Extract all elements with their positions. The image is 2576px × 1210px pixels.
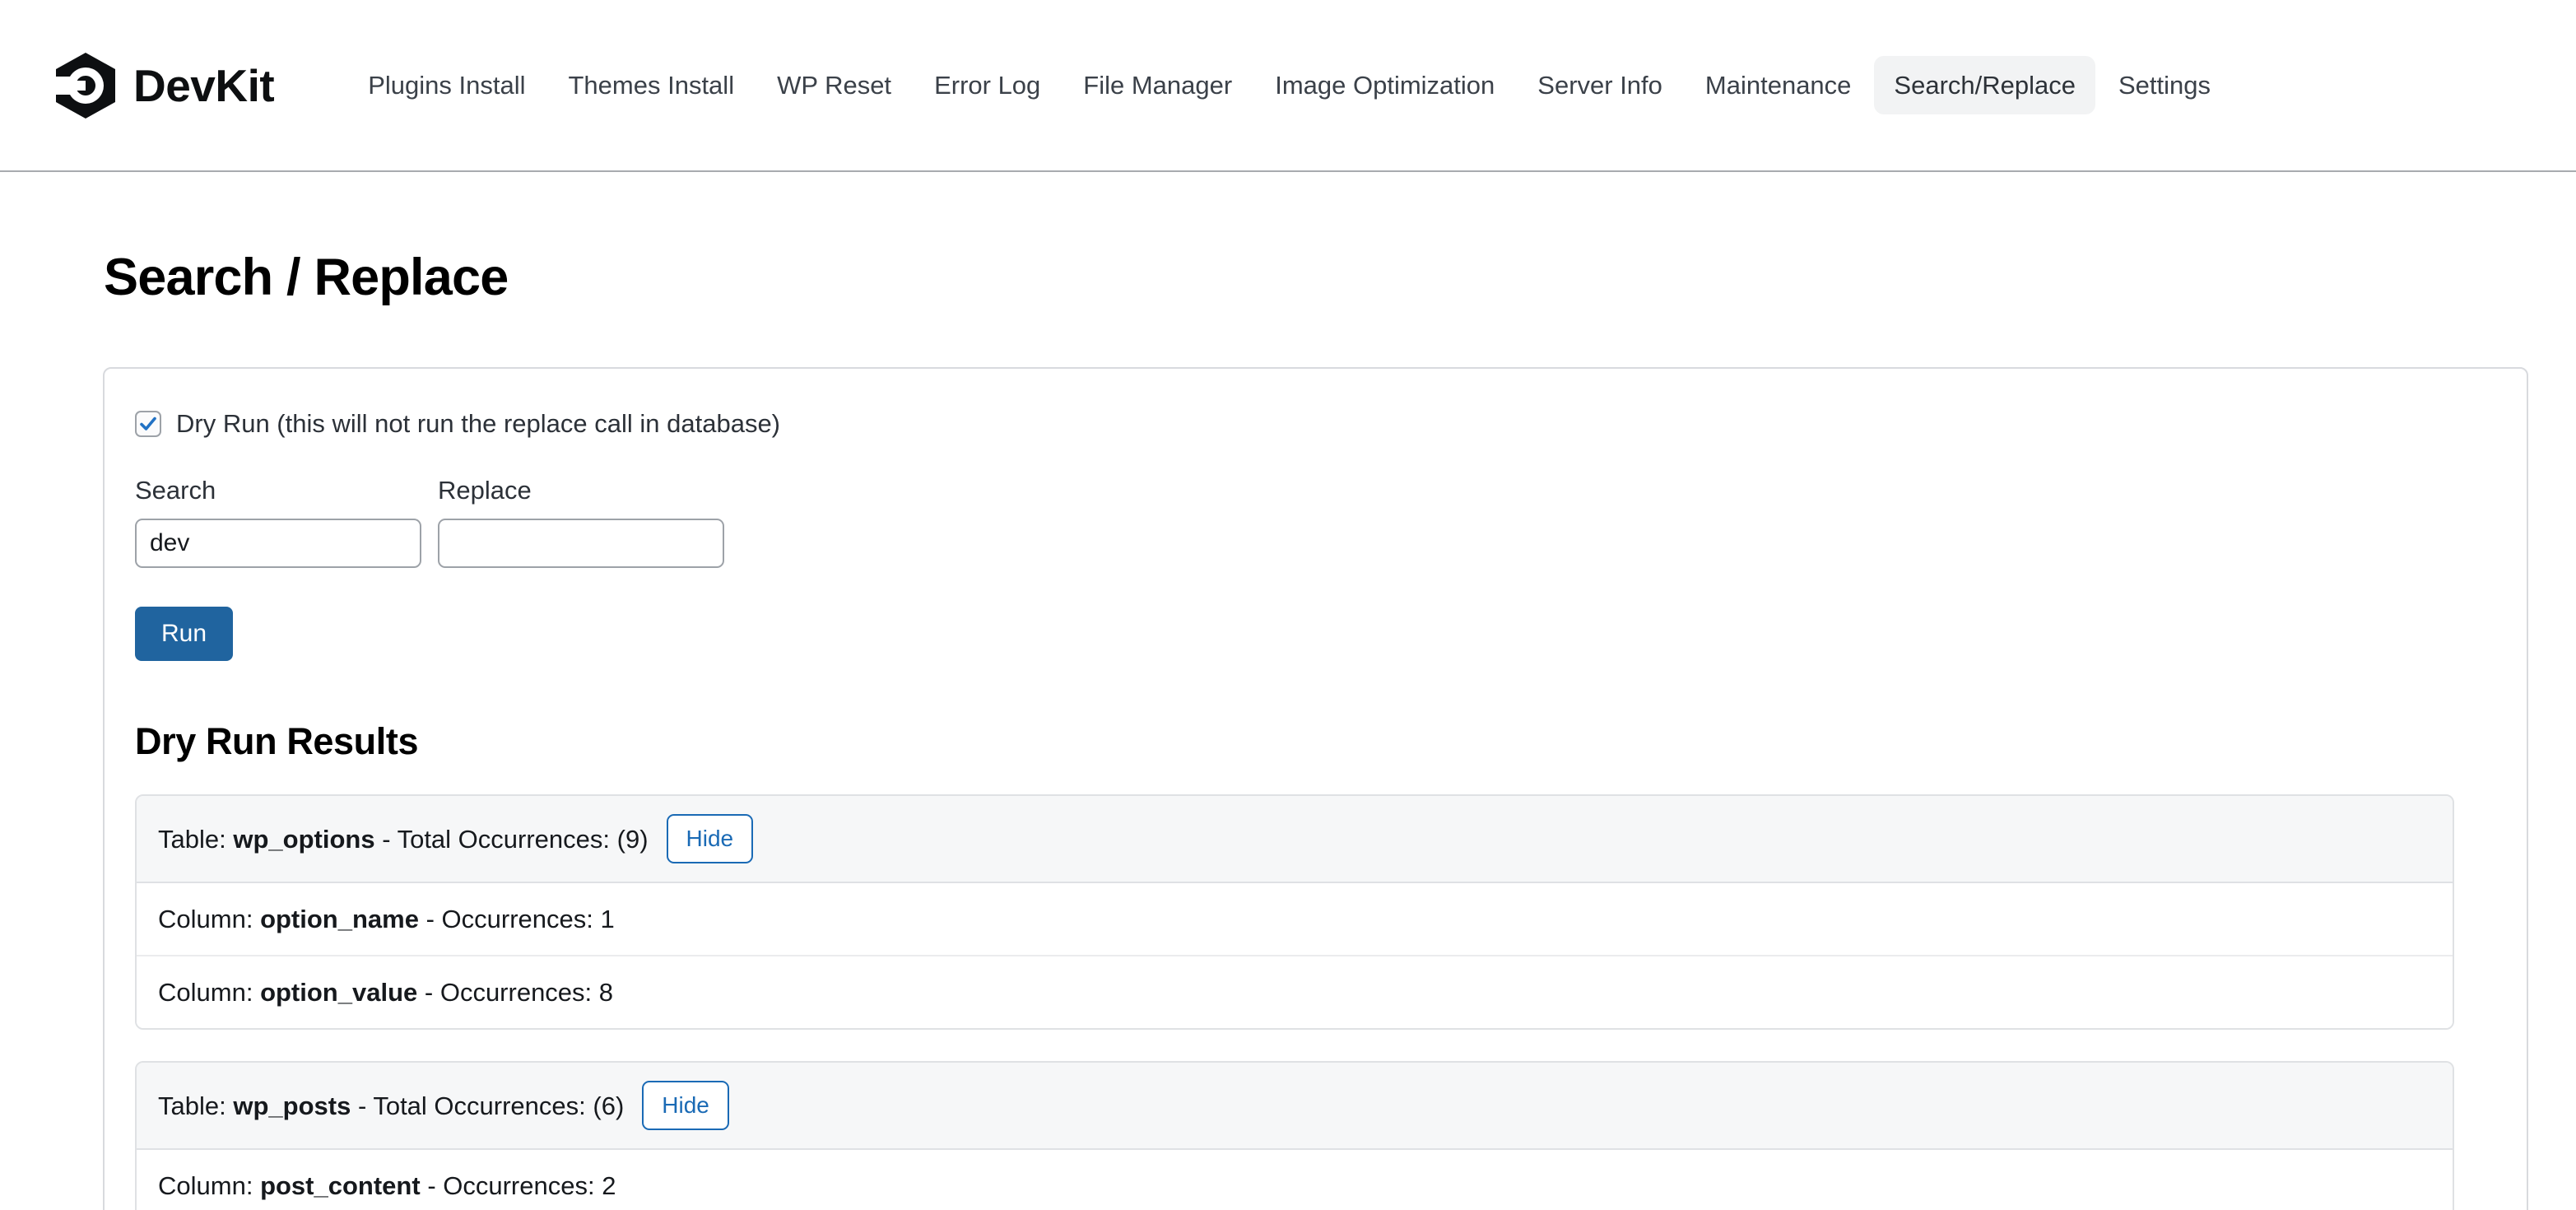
result-group-header: Table: wp_options - Total Occurrences: (… [137, 796, 2453, 883]
column-name: option_value [260, 978, 418, 1008]
search-field-label: Search [135, 476, 216, 505]
page-content: Search / Replace Dry Run (this will not … [0, 248, 2576, 1210]
column-occurrences: - Occurrences: 8 [424, 978, 614, 1008]
result-column-row: Column: post_content - Occurrences: 2 [137, 1149, 2453, 1210]
result-group-header-text: Table: wp_options - Total Occurrences: (… [158, 824, 649, 854]
column-occurrences: - Occurrences: 2 [427, 1170, 616, 1200]
table-name: wp_options [233, 824, 375, 854]
dry-run-checkbox[interactable] [135, 410, 161, 437]
table-name: wp_posts [233, 1091, 351, 1120]
checkmark-icon [140, 417, 156, 430]
search-replace-panel: Dry Run (this will not run the replace c… [103, 367, 2528, 1210]
nav-item-file-manager[interactable]: File Manager [1063, 56, 1252, 114]
nav-item-search-replace[interactable]: Search/Replace [1874, 55, 2095, 115]
search-replace-fields: Search Replace [135, 475, 2498, 569]
site-header: DevKit Plugins Install Themes Install WP… [0, 0, 2576, 172]
run-button-row: Run [133, 568, 2498, 662]
result-group-header-text: Table: wp_posts - Total Occurrences: (6) [158, 1091, 624, 1121]
column-prefix-label: Column: [158, 904, 253, 933]
brand-logo-link[interactable]: DevKit [54, 52, 275, 119]
nav-item-settings[interactable]: Settings [2099, 56, 2230, 114]
hide-button[interactable]: Hide [642, 1081, 729, 1130]
dry-run-results-title: Dry Run Results [135, 720, 419, 763]
result-group: Table: wp_posts - Total Occurrences: (6)… [135, 1061, 2454, 1210]
result-column-row: Column: option_name - Occurrences: 1 [137, 882, 2453, 957]
replace-input[interactable] [438, 519, 724, 569]
devkit-hexagon-logo-icon [54, 52, 115, 119]
replace-field-group: Replace [438, 475, 724, 569]
total-occurrences-label: - Total Occurrences: [382, 824, 611, 854]
nav-item-wp-reset[interactable]: WP Reset [757, 56, 911, 114]
result-group: Table: wp_options - Total Occurrences: (… [135, 794, 2454, 1031]
table-prefix-label: Table: [158, 1091, 226, 1120]
dry-run-label: Dry Run (this will not run the replace c… [176, 409, 781, 438]
nav-item-server-info[interactable]: Server Info [1518, 56, 1682, 114]
hide-button[interactable]: Hide [666, 814, 754, 863]
nav-item-maintenance[interactable]: Maintenance [1686, 56, 1872, 114]
column-name: option_name [260, 904, 419, 933]
result-column-row: Column: option_value - Occurrences: 8 [137, 956, 2453, 1029]
column-prefix-label: Column: [158, 978, 253, 1008]
dry-run-row[interactable]: Dry Run (this will not run the replace c… [135, 408, 2498, 439]
nav-item-error-log[interactable]: Error Log [914, 56, 1060, 114]
page-title: Search / Replace [104, 249, 509, 306]
total-occurrences-count: (9) [616, 824, 649, 854]
total-occurrences-label: - Total Occurrences: [357, 1091, 586, 1120]
run-button[interactable]: Run [135, 607, 234, 662]
search-input[interactable] [135, 519, 421, 569]
column-name: post_content [260, 1170, 421, 1200]
table-prefix-label: Table: [158, 824, 226, 854]
main-navigation: Plugins Install Themes Install WP Reset … [348, 55, 2576, 115]
total-occurrences-count: (6) [593, 1091, 625, 1120]
column-occurrences: - Occurrences: 1 [425, 904, 615, 933]
nav-item-image-optimization[interactable]: Image Optimization [1255, 56, 1514, 114]
search-field-group: Search [135, 475, 421, 569]
nav-item-themes-install[interactable]: Themes Install [549, 56, 755, 114]
brand-name: DevKit [133, 59, 275, 111]
result-group-header: Table: wp_posts - Total Occurrences: (6)… [137, 1063, 2453, 1150]
nav-item-plugins-install[interactable]: Plugins Install [348, 56, 545, 114]
replace-field-label: Replace [438, 476, 532, 505]
column-prefix-label: Column: [158, 1170, 253, 1200]
